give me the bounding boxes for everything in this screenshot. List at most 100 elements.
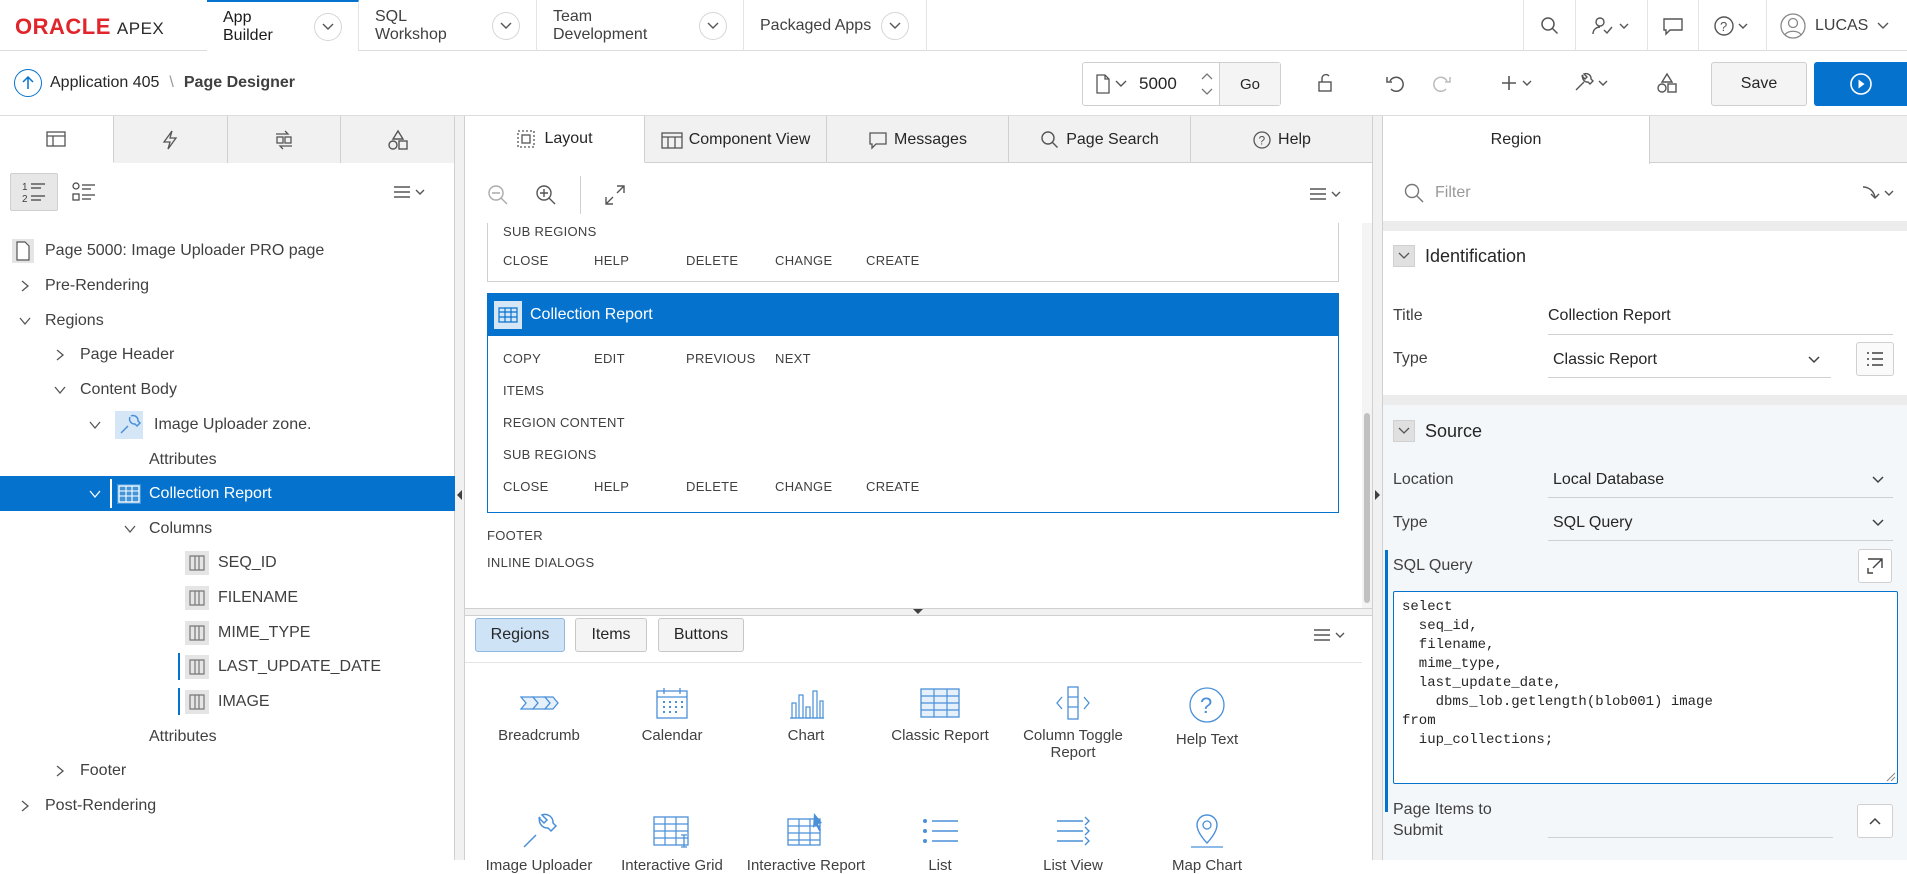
sql-query-editor[interactable]: select seq_id, filename, mime_type, last… [1393, 591, 1898, 784]
tab-dynamic-actions[interactable] [113, 116, 228, 163]
position-change[interactable]: CHANGE [775, 479, 832, 494]
page-number-input[interactable]: 5000 [1139, 63, 1195, 105]
tab-rendering[interactable] [0, 116, 114, 163]
position-sub-regions[interactable]: SUB REGIONS [503, 447, 597, 462]
tab-region[interactable]: Region [1383, 116, 1650, 164]
gallery-item-interactive-report[interactable]: Interactive Report [746, 811, 866, 874]
breadcrumb-application[interactable]: Application 405 [50, 74, 159, 92]
position-create[interactable]: CREATE [866, 253, 920, 268]
tab-component-view[interactable]: Component View [645, 116, 827, 163]
tab-page-search[interactable]: Page Search [1009, 116, 1191, 163]
gallery-item-interactive-grid[interactable]: Interactive Grid [612, 811, 732, 874]
collapse-icon[interactable] [1393, 245, 1415, 267]
position-close[interactable]: CLOSE [503, 253, 549, 268]
tab-app-builder[interactable]: App Builder [207, 0, 359, 51]
go-button[interactable]: Go [1219, 63, 1280, 105]
position-inline-dialogs[interactable]: INLINE DIALOGS [487, 555, 595, 570]
tree-node-collection-report[interactable]: Collection Report [0, 476, 455, 511]
gallery-splitter[interactable] [465, 608, 1372, 616]
utilities-menu-icon[interactable] [1568, 62, 1618, 104]
tree-node-page[interactable]: Page 5000: Image Uploader PRO page [0, 233, 455, 268]
layout-menu-icon[interactable] [1308, 184, 1348, 204]
tab-layout[interactable]: Layout [465, 116, 645, 163]
collapse-left-icon[interactable] [457, 490, 463, 500]
tab-sql-workshop[interactable]: SQL Workshop [359, 0, 537, 51]
tree-node-pre-rendering[interactable]: Pre-Rendering [0, 268, 455, 303]
gallery-item-breadcrumb[interactable]: Breadcrumb [479, 685, 599, 744]
position-close[interactable]: CLOSE [503, 479, 549, 494]
tree-node-content-body[interactable]: Content Body [0, 372, 455, 407]
tree-node-column[interactable]: FILENAME [0, 580, 455, 615]
position-delete[interactable]: DELETE [686, 253, 738, 268]
tree-node-column[interactable]: MIME_TYPE [0, 615, 455, 650]
layout-scrollbar[interactable] [1362, 223, 1372, 608]
source-header[interactable]: Source [1393, 420, 1482, 442]
tab-help[interactable]: ? Help [1191, 116, 1372, 163]
save-button[interactable]: Save [1711, 62, 1807, 106]
chevron-down-icon[interactable] [314, 12, 342, 41]
undo-icon[interactable] [1377, 62, 1413, 104]
chevron-down-icon[interactable] [88, 418, 102, 432]
gallery-item-column-toggle-report[interactable]: Column Toggle Report [1013, 685, 1133, 761]
chevron-down-icon[interactable] [88, 487, 102, 501]
chevron-right-icon[interactable] [18, 279, 32, 293]
expand-icon[interactable] [604, 184, 626, 206]
gallery-tab-items[interactable]: Items [575, 618, 647, 652]
zoom-in-icon[interactable] [535, 184, 557, 206]
chevron-right-icon[interactable] [53, 348, 67, 362]
type-list-button[interactable] [1856, 342, 1894, 376]
code-editor-button[interactable] [1858, 549, 1892, 583]
create-menu-icon[interactable] [1494, 62, 1544, 104]
gallery-item-help-text[interactable]: ? Help Text [1147, 685, 1267, 748]
tab-messages[interactable]: Messages [827, 116, 1009, 163]
gallery-item-chart[interactable]: Chart [746, 685, 866, 744]
chevron-down-icon[interactable] [492, 11, 520, 40]
chevron-down-icon[interactable] [123, 522, 137, 536]
tree-node-columns[interactable]: Columns [0, 511, 455, 546]
tab-processing[interactable] [227, 116, 342, 163]
tree-node-column[interactable]: SEQ_ID [0, 545, 455, 580]
left-splitter[interactable] [455, 116, 465, 860]
page-type-menu[interactable] [1083, 63, 1139, 105]
position-help[interactable]: HELP [594, 479, 629, 494]
tree-node-footer[interactable]: Footer [0, 753, 455, 788]
location-select[interactable]: Local Database [1548, 462, 1893, 498]
position-delete[interactable]: DELETE [686, 479, 738, 494]
gallery-item-image-uploader[interactable]: Image Uploader [479, 811, 599, 874]
chevron-down-icon[interactable] [18, 314, 32, 328]
position-help[interactable]: HELP [594, 253, 629, 268]
position-previous[interactable]: PREVIOUS [686, 351, 756, 366]
tree-node-column[interactable]: LAST_UPDATE_DATE [0, 649, 455, 684]
page-items-input[interactable] [1548, 837, 1833, 838]
group-by-processing-order-button[interactable] [70, 178, 98, 206]
search-icon[interactable] [1523, 0, 1575, 51]
gallery-tab-regions[interactable]: Regions [475, 618, 565, 652]
menu-icon[interactable] [392, 182, 432, 202]
gallery-item-list-view[interactable]: List View [1013, 811, 1133, 874]
region-header[interactable]: Collection Report [488, 294, 1338, 336]
collapse-down-icon[interactable] [913, 609, 923, 615]
user-menu[interactable]: LUCAS [1766, 0, 1907, 51]
position-change[interactable]: CHANGE [775, 253, 832, 268]
chevron-down-icon[interactable] [881, 11, 910, 40]
tree-node-post-rendering[interactable]: Post-Rendering [0, 788, 455, 823]
position-create[interactable]: CREATE [866, 479, 920, 494]
tree-node-attributes[interactable]: Attributes [0, 442, 455, 477]
tree-node-regions[interactable]: Regions [0, 303, 455, 338]
chevron-right-icon[interactable] [18, 799, 32, 813]
tree-node-column[interactable]: IMAGE [0, 684, 455, 719]
tree-node-attributes[interactable]: Attributes [0, 719, 455, 754]
region-type-select[interactable]: Classic Report [1548, 342, 1831, 378]
chevron-right-icon[interactable] [53, 764, 67, 778]
position-region-content[interactable]: REGION CONTENT [503, 415, 625, 430]
redo-icon[interactable] [1424, 62, 1460, 104]
gallery-item-classic-report[interactable]: Classic Report [880, 685, 1000, 744]
run-page-button[interactable] [1814, 62, 1907, 106]
gallery-item-list[interactable]: List [880, 811, 1000, 874]
gallery-menu-icon[interactable] [1312, 625, 1352, 645]
scrollbar-thumb[interactable] [1364, 413, 1370, 603]
resize-handle-icon[interactable] [1886, 772, 1896, 782]
administration-menu-icon[interactable] [1575, 0, 1647, 51]
arrow-up-icon[interactable] [14, 69, 42, 97]
tab-team-development[interactable]: Team Development [537, 0, 744, 51]
